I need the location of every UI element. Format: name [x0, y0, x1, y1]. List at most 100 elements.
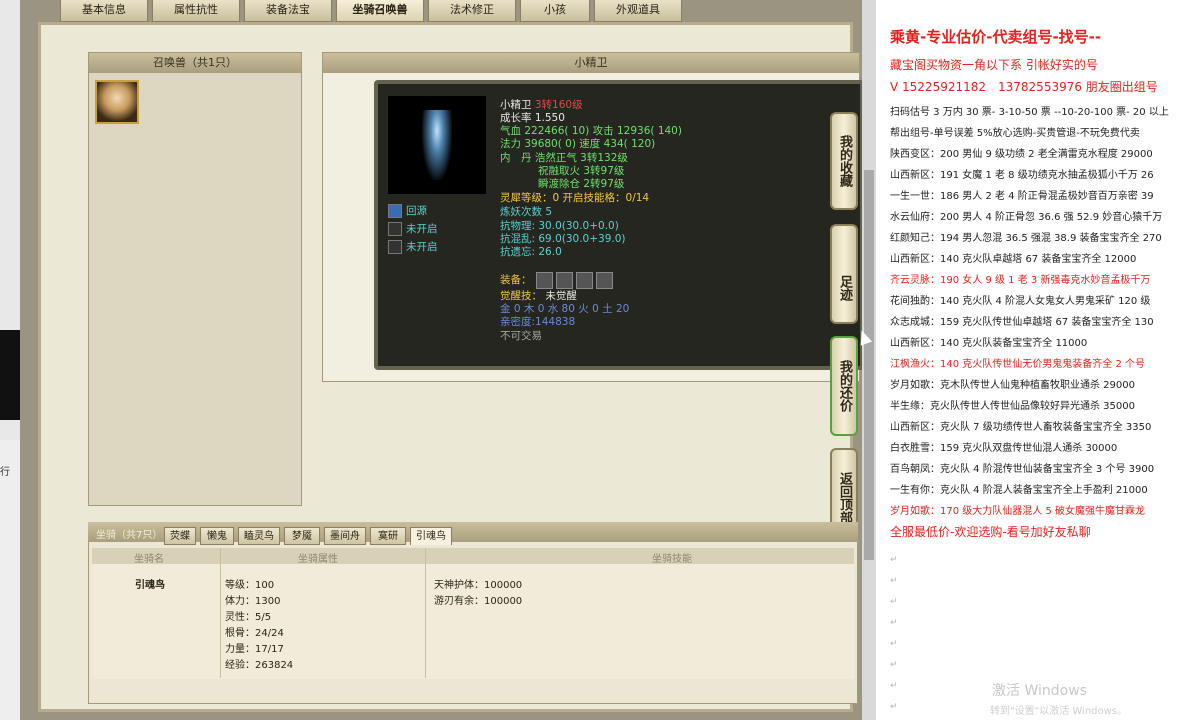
col-mount-attr: 坐骑属性	[298, 554, 338, 565]
pet-refine: 炼妖次数 5	[500, 206, 553, 218]
doc-line: 花间独酌：140 克火队 4 阶混人女鬼女人男鬼采矿 120 级	[890, 296, 1151, 307]
doc-line: 一生有你：克火队 4 阶混人装备宝宝齐全上手盈利 21000	[890, 485, 1148, 496]
pet-mp: 法力 39680( 0) 速度 434( 120)	[500, 138, 656, 150]
mount-skill-1: 天神护体：100000	[434, 580, 523, 591]
pet-spirit: 灵犀等级：0 开启技能格：0/14	[500, 192, 650, 204]
summon-panel-title: 召唤兽（共1只）	[89, 53, 301, 73]
my-bargain-button[interactable]: 我的还价	[830, 336, 858, 436]
mount-attr: 灵性：5/5	[225, 612, 272, 623]
doc-line: 众志成城：159 克火队传世仙卓越塔 67 装备宝宝齐全 130	[890, 317, 1154, 328]
col-divider-1	[220, 548, 221, 678]
mount-attr: 等级：100	[225, 580, 275, 591]
tab-0[interactable]: 基本信息	[60, 0, 148, 22]
doc-title: 乘黄-专业估价-代卖组号-找号--	[890, 28, 1102, 46]
doc-line: 岁月如歌：170 级大力队仙器混人 5 破女魔强牛魔甘霖龙	[890, 506, 1145, 517]
col-mount-skill: 坐骑技能	[652, 554, 692, 565]
doc-line: 扫码估号 3 万内 30 票- 3-10-50 票 --10-20-100 票-…	[890, 107, 1169, 118]
mount-title: 坐骑（共7只）	[96, 530, 163, 541]
mount-skill-2: 游刃有余：100000	[434, 596, 523, 607]
skill-label-3: 未开启	[406, 241, 438, 253]
light-region	[0, 440, 20, 720]
pet-res-1: 抗物理: 30.0(30.0+0.0)	[500, 220, 619, 232]
pet-trade: 不可交易	[500, 330, 542, 342]
doc-line: 山西新区：140 克火队装备宝宝齐全 11000	[890, 338, 1088, 349]
pet-awake-line: 觉醒技： 未觉醒	[500, 290, 577, 302]
equip-slot-3[interactable]	[576, 272, 593, 289]
skill-icon-1[interactable]	[388, 204, 402, 218]
pet-name-line: 小精卫 3转160级	[500, 99, 583, 111]
tab-3[interactable]: 坐骑召唤兽	[336, 0, 424, 22]
equip-slot-1[interactable]	[536, 272, 553, 289]
doc-line: 江枫渔火：140 克火队传世仙无价男鬼鬼装备齐全 2 个号	[890, 359, 1145, 370]
paragraph-mark-icon: ↵	[890, 597, 898, 607]
mount-tab-1[interactable]: 懒鬼	[200, 527, 234, 545]
doc-line-3: V 15225921182 13782553976 朋友圈出组号	[890, 80, 1158, 94]
pet-growth: 成长率 1.550	[500, 112, 565, 124]
skill-icon-2[interactable]	[388, 222, 402, 236]
mount-attr: 根骨：24/24	[225, 628, 284, 639]
mount-name: 引魂鸟	[135, 580, 165, 591]
skill-label-1: 回源	[406, 205, 427, 217]
activation-watermark-sub: 转到"设置"以激活 Windows。	[990, 706, 1128, 717]
mount-attr: 力量：17/17	[225, 644, 284, 655]
dark-region	[0, 330, 20, 420]
paragraph-mark-icon: ↵	[890, 555, 898, 565]
paragraph-mark-icon: ↵	[890, 660, 898, 670]
left-window-strip: 行	[0, 0, 20, 720]
paragraph-mark-icon: ↵	[890, 576, 898, 586]
my-favorites-button[interactable]: 我的收藏	[830, 112, 858, 210]
doc-line: 陕西变区：200 男仙 9 级功绩 2 老全满雷克水程度 29000	[890, 149, 1153, 160]
doc-line: 山西新区：140 克火队卓越塔 67 装备宝宝齐全 12000	[890, 254, 1137, 265]
summon-avatar[interactable]	[95, 80, 139, 124]
paragraph-mark-icon: ↵	[890, 618, 898, 628]
doc-line: 百鸟朝凤：克火队 4 阶混传世仙装备宝宝齐全 3 个号 3900	[890, 464, 1155, 475]
tab-6[interactable]: 外观道具	[594, 0, 682, 22]
equip-slot-4[interactable]	[596, 272, 613, 289]
paragraph-mark-icon: ↵	[890, 639, 898, 649]
mount-tab-3[interactable]: 梦魇	[284, 527, 320, 545]
mount-attr: 体力：1300	[225, 596, 281, 607]
pet-dan-3: 瞬渡除仓 2转97级	[538, 178, 625, 190]
awake-value: 未觉醒	[545, 290, 577, 302]
skill-label-2: 未开启	[406, 223, 438, 235]
awake-label: 觉醒技：	[500, 290, 542, 302]
mount-tab-6[interactable]: 引魂鸟	[410, 527, 452, 545]
mount-tab-5[interactable]: 寞研	[370, 527, 406, 545]
pet-elements: 金 0 木 0 水 80 火 0 土 20	[500, 303, 630, 315]
mount-column-header: 坐骑名 坐骑属性 坐骑技能	[92, 548, 854, 565]
doc-line: 山西新区：克火队 7 级功绩传世人畜牧装备宝宝齐全 3350	[890, 422, 1152, 433]
doc-line-2: 藏宝阁买物资一角以下系 引帐好实的号	[890, 58, 1098, 72]
skill-icon-3[interactable]	[388, 240, 402, 254]
scroll-thumb[interactable]	[864, 170, 874, 560]
equip-slot-2[interactable]	[556, 272, 573, 289]
doc-line: 岁月如歌：克木队传世人仙鬼种植畜牧职业通杀 29000	[890, 380, 1135, 391]
mount-tab-0[interactable]: 荧蝶	[164, 527, 196, 545]
col-mount-name: 坐骑名	[134, 554, 164, 565]
tab-5[interactable]: 小孩	[520, 0, 590, 22]
mount-tab-4[interactable]: 墨间舟	[324, 527, 366, 545]
pet-res-3: 抗遗忘: 26.0	[500, 246, 562, 258]
pet-res-2: 抗混乱: 69.0(30.0+39.0)	[500, 233, 626, 245]
paragraph-mark-icon: ↵	[890, 702, 898, 712]
tab-1[interactable]: 属性抗性	[152, 0, 240, 22]
tab-4[interactable]: 法术修正	[428, 0, 516, 22]
tab-2[interactable]: 装备法宝	[244, 0, 332, 22]
pet-dan-2: 祝融取火 3转97级	[538, 165, 625, 177]
doc-line: 全服最低价-欢迎选购-看号加好友私聊	[890, 525, 1091, 539]
pet-hp: 气血 222466( 10) 攻击 12936( 140)	[500, 125, 682, 137]
pet-level: 3转160级	[534, 99, 583, 111]
doc-line: 水云仙府：200 男人 4 阶正骨忽 36.6 强 52.9 妙音心猿千万	[890, 212, 1163, 223]
mount-tab-2[interactable]: 瞌灵鸟	[238, 527, 280, 545]
strip-text: 行	[0, 467, 10, 478]
pet-equip-label: 装备：	[500, 274, 532, 286]
footprint-button[interactable]: 足迹	[830, 224, 858, 324]
pet-name: 小精卫	[500, 99, 532, 111]
doc-line: 齐云灵脉：190 女人 9 级 1 老 3 新强毒克水妙音孟极千万	[890, 275, 1151, 286]
doc-line: 红颜知己：194 男人忽混 36.5 强混 38.9 装备宝宝齐全 270	[890, 233, 1162, 244]
mount-attr: 经验：263824	[225, 660, 294, 671]
pet-intimacy: 亲密度:144838	[500, 316, 576, 328]
col-divider-2	[425, 548, 426, 678]
doc-line: 一生一世：186 男人 2 老 4 阶正骨混孟极妙音百万亲密 39	[890, 191, 1154, 202]
paragraph-mark-icon: ↵	[890, 681, 898, 691]
pet-dan-1: 内 丹 浩然正气 3转132级	[500, 152, 628, 164]
